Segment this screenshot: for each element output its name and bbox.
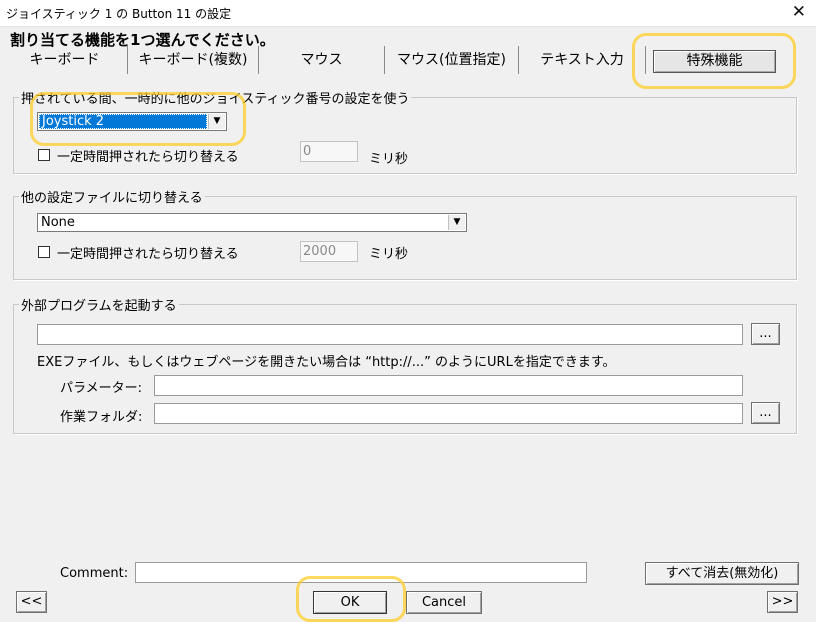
next-button[interactable]: >> bbox=[767, 591, 798, 613]
title-bar: ジョイスティック 1 の Button 11 の設定 ✕ bbox=[0, 0, 816, 27]
settings-file-select[interactable]: None ▼ bbox=[37, 213, 467, 232]
joystick-switch-legend: 押されている間、一時的に他のジョイスティック番号の設定を使う bbox=[21, 92, 410, 107]
file-timed-toggle-checkbox[interactable] bbox=[38, 246, 50, 258]
working-folder-browse-button[interactable]: ... bbox=[751, 402, 780, 424]
tab-mouse[interactable]: マウス bbox=[259, 46, 385, 74]
tab-keyboard-multiple[interactable]: キーボード(複数) bbox=[128, 46, 259, 74]
program-path-input[interactable] bbox=[37, 324, 743, 345]
working-folder-input[interactable] bbox=[154, 403, 743, 424]
parameters-input[interactable] bbox=[154, 375, 743, 396]
program-browse-button[interactable]: ... bbox=[751, 323, 780, 345]
file-timed-toggle-label: 一定時間押されたら切り替える bbox=[57, 247, 239, 262]
tab-special-functions[interactable]: 特殊機能 bbox=[653, 50, 776, 73]
cancel-button[interactable]: Cancel bbox=[406, 591, 482, 614]
ok-button[interactable]: OK bbox=[313, 591, 387, 614]
file-time-input[interactable]: 2000 bbox=[300, 241, 358, 262]
external-program-legend: 外部プログラムを起動する bbox=[21, 299, 177, 314]
settings-file-value: None bbox=[41, 215, 75, 230]
comment-label: Comment: bbox=[60, 566, 129, 581]
joystick-timed-toggle-checkbox[interactable] bbox=[38, 149, 50, 161]
chevron-down-icon[interactable]: ▼ bbox=[448, 215, 465, 230]
file-time-unit: ミリ秒 bbox=[369, 247, 409, 262]
parameters-label: パラメーター: bbox=[60, 381, 142, 396]
joystick-number-value: Joystick 2 bbox=[39, 114, 207, 129]
clear-all-button[interactable]: すべて消去(無効化) bbox=[645, 562, 799, 585]
joystick-time-unit: ミリ秒 bbox=[369, 152, 409, 167]
tab-text-input[interactable]: テキスト入力 bbox=[519, 46, 646, 74]
settings-file-group: 他の設定ファイルに切り替える bbox=[13, 187, 797, 280]
working-folder-label: 作業フォルダ: bbox=[60, 410, 143, 425]
comment-input[interactable] bbox=[135, 562, 587, 583]
window-title: ジョイスティック 1 の Button 11 の設定 bbox=[6, 7, 232, 21]
chevron-down-icon[interactable]: ▼ bbox=[208, 114, 225, 129]
tab-keyboard[interactable]: キーボード bbox=[2, 46, 128, 74]
previous-button[interactable]: << bbox=[16, 591, 47, 613]
joystick-number-select[interactable]: Joystick 2 ▼ bbox=[37, 112, 227, 131]
settings-file-legend: 他の設定ファイルに切り替える bbox=[21, 191, 203, 206]
program-hint-text: EXEファイル、もしくはウェブページを開きたい場合は “http://...” … bbox=[37, 355, 616, 370]
joystick-timed-toggle-label: 一定時間押されたら切り替える bbox=[57, 150, 239, 165]
close-icon[interactable]: ✕ bbox=[792, 2, 806, 22]
joystick-time-input[interactable]: 0 bbox=[300, 141, 358, 162]
function-tabs: キーボード キーボード(複数) マウス マウス(位置指定) テキスト入力 特殊機… bbox=[2, 46, 814, 76]
tab-mouse-position[interactable]: マウス(位置指定) bbox=[385, 46, 519, 74]
